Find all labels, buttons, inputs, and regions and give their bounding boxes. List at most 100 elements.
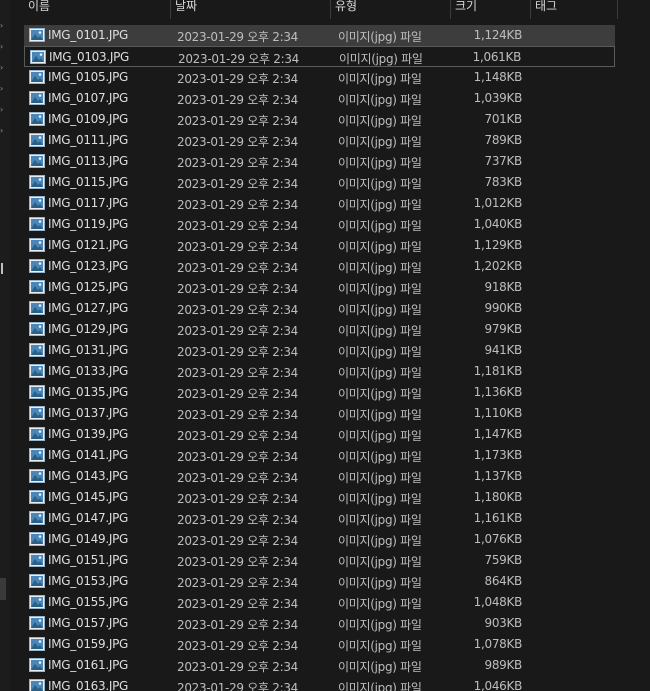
file-row[interactable]: IMG_0131.JPG 2023-01-29 오후 2:34 이미지(jpg) 파… <box>24 340 615 361</box>
file-size: 1,161KB <box>473 511 523 525</box>
file-name: IMG_0121.JPG <box>48 238 129 252</box>
column-divider[interactable] <box>617 0 618 19</box>
file-name: IMG_0155.JPG <box>48 595 129 609</box>
file-date: 2023-01-29 오후 2:34 <box>177 345 298 359</box>
file-size: 990KB <box>484 301 522 315</box>
file-size: 918KB <box>484 280 522 294</box>
file-row[interactable]: IMG_0113.JPG 2023-01-29 오후 2:34 이미지(jpg) 파… <box>24 151 615 172</box>
file-type: 이미지(jpg) 파일 <box>338 177 422 191</box>
file-size: 701KB <box>484 112 522 126</box>
file-row[interactable]: IMG_0117.JPG 2023-01-29 오후 2:34 이미지(jpg) 파… <box>24 193 615 214</box>
jpg-image-file-icon <box>29 322 45 336</box>
chevron-right-icon[interactable]: › <box>0 62 10 74</box>
column-header-tag[interactable]: 태그 <box>531 0 617 19</box>
file-size: 1,147KB <box>473 427 523 441</box>
file-type: 이미지(jpg) 파일 <box>338 450 422 464</box>
file-row[interactable]: IMG_0155.JPG 2023-01-29 오후 2:34 이미지(jpg) 파… <box>24 592 615 613</box>
file-name: IMG_0133.JPG <box>48 364 129 378</box>
chevron-right-icon[interactable]: › <box>0 83 10 95</box>
file-date: 2023-01-29 오후 2:34 <box>177 450 298 464</box>
file-name: IMG_0125.JPG <box>48 280 129 294</box>
file-name: IMG_0159.JPG <box>48 637 129 651</box>
file-date: 2023-01-29 오후 2:34 <box>177 555 298 569</box>
chevron-right-icon[interactable]: › <box>0 41 10 53</box>
file-row[interactable]: IMG_0139.JPG 2023-01-29 오후 2:34 이미지(jpg) 파… <box>24 424 615 445</box>
file-type: 이미지(jpg) 파일 <box>339 52 423 66</box>
file-row[interactable]: IMG_0129.JPG 2023-01-29 오후 2:34 이미지(jpg) 파… <box>24 319 615 340</box>
file-size: 1,046KB <box>473 679 523 691</box>
file-row[interactable]: IMG_0107.JPG 2023-01-29 오후 2:34 이미지(jpg) 파… <box>24 88 615 109</box>
file-size: 1,136KB <box>473 385 523 399</box>
jpg-image-file-icon <box>29 490 45 504</box>
file-row[interactable]: IMG_0111.JPG 2023-01-29 오후 2:34 이미지(jpg) 파… <box>24 130 615 151</box>
jpg-image-file-icon <box>29 658 45 672</box>
file-type: 이미지(jpg) 파일 <box>338 429 422 443</box>
file-row[interactable]: IMG_0147.JPG 2023-01-29 오후 2:34 이미지(jpg) 파… <box>24 508 615 529</box>
file-row[interactable]: IMG_0127.JPG 2023-01-29 오후 2:34 이미지(jpg) 파… <box>24 298 615 319</box>
column-header-size[interactable]: 크기 <box>451 0 530 19</box>
file-row[interactable]: IMG_0151.JPG 2023-01-29 오후 2:34 이미지(jpg) 파… <box>24 550 615 571</box>
file-size: 1,048KB <box>473 595 523 609</box>
file-date: 2023-01-29 오후 2:34 <box>177 576 298 590</box>
file-size: 941KB <box>484 343 522 357</box>
nav-scrollbar-thumb[interactable] <box>0 578 6 600</box>
file-row[interactable]: IMG_0133.JPG 2023-01-29 오후 2:34 이미지(jpg) 파… <box>24 361 615 382</box>
file-row[interactable]: IMG_0149.JPG 2023-01-29 오후 2:34 이미지(jpg) 파… <box>24 529 615 550</box>
file-type: 이미지(jpg) 파일 <box>338 681 422 691</box>
chevron-right-icon[interactable]: › <box>0 125 10 137</box>
jpg-image-file-icon <box>29 154 45 168</box>
file-row[interactable]: IMG_0123.JPG 2023-01-29 오후 2:34 이미지(jpg) 파… <box>24 256 615 277</box>
file-row[interactable]: IMG_0159.JPG 2023-01-29 오후 2:34 이미지(jpg) 파… <box>24 634 615 655</box>
file-row[interactable]: IMG_0109.JPG 2023-01-29 오후 2:34 이미지(jpg) 파… <box>24 109 615 130</box>
column-header-type[interactable]: 유형 <box>331 0 450 19</box>
chevron-right-icon[interactable]: › <box>0 20 10 32</box>
file-row[interactable]: IMG_0135.JPG 2023-01-29 오후 2:34 이미지(jpg) 파… <box>24 382 615 403</box>
jpg-image-file-icon <box>30 50 46 64</box>
jpg-image-file-icon <box>29 595 45 609</box>
file-row[interactable]: IMG_0115.JPG 2023-01-29 오후 2:34 이미지(jpg) 파… <box>24 172 615 193</box>
file-name: IMG_0117.JPG <box>48 196 129 210</box>
file-row[interactable]: IMG_0125.JPG 2023-01-29 오후 2:34 이미지(jpg) 파… <box>24 277 615 298</box>
file-row[interactable]: IMG_0119.JPG 2023-01-29 오후 2:34 이미지(jpg) 파… <box>24 214 615 235</box>
jpg-image-file-icon <box>29 259 45 273</box>
file-name: IMG_0161.JPG <box>48 658 129 672</box>
file-date: 2023-01-29 오후 2:34 <box>177 618 298 632</box>
file-size: 1,124KB <box>473 28 523 42</box>
file-row[interactable]: IMG_0141.JPG 2023-01-29 오후 2:34 이미지(jpg) 파… <box>24 445 615 466</box>
file-date: 2023-01-29 오후 2:34 <box>177 408 298 422</box>
file-row[interactable]: IMG_0121.JPG 2023-01-29 오후 2:34 이미지(jpg) 파… <box>24 235 615 256</box>
file-row[interactable]: IMG_0105.JPG 2023-01-29 오후 2:34 이미지(jpg) 파… <box>24 67 615 88</box>
jpg-image-file-icon <box>29 28 45 42</box>
file-size: 737KB <box>484 154 522 168</box>
file-type: 이미지(jpg) 파일 <box>338 534 422 548</box>
file-date: 2023-01-29 오후 2:34 <box>177 492 298 506</box>
file-row[interactable]: IMG_0161.JPG 2023-01-29 오후 2:34 이미지(jpg) 파… <box>24 655 615 676</box>
file-type: 이미지(jpg) 파일 <box>338 240 422 254</box>
file-row[interactable]: IMG_0103.JPG 2023-01-29 오후 2:34 이미지(jpg) 파… <box>24 46 615 67</box>
jpg-image-file-icon <box>29 427 45 441</box>
file-row[interactable]: IMG_0101.JPG 2023-01-29 오후 2:34 이미지(jpg) 파… <box>24 25 615 46</box>
file-size: 1,137KB <box>473 469 523 483</box>
file-name: IMG_0109.JPG <box>48 112 129 126</box>
jpg-image-file-icon <box>29 301 45 315</box>
file-size: 789KB <box>484 133 522 147</box>
column-header-date[interactable]: 날짜 <box>171 0 330 19</box>
file-row[interactable]: IMG_0137.JPG 2023-01-29 오후 2:34 이미지(jpg) 파… <box>24 403 615 424</box>
file-row[interactable]: IMG_0157.JPG 2023-01-29 오후 2:34 이미지(jpg) 파… <box>24 613 615 634</box>
file-row[interactable]: IMG_0163.JPG 2023-01-29 오후 2:34 이미지(jpg) 파… <box>24 676 615 691</box>
file-row[interactable]: IMG_0153.JPG 2023-01-29 오후 2:34 이미지(jpg) 파… <box>24 571 615 592</box>
file-row[interactable]: IMG_0143.JPG 2023-01-29 오후 2:34 이미지(jpg) 파… <box>24 466 615 487</box>
file-date: 2023-01-29 오후 2:34 <box>178 52 299 66</box>
file-type: 이미지(jpg) 파일 <box>338 30 422 44</box>
file-type: 이미지(jpg) 파일 <box>338 576 422 590</box>
file-type: 이미지(jpg) 파일 <box>338 219 422 233</box>
chevron-right-icon[interactable]: › <box>0 104 10 116</box>
file-type: 이미지(jpg) 파일 <box>338 114 422 128</box>
jpg-image-file-icon <box>29 280 45 294</box>
file-row[interactable]: IMG_0145.JPG 2023-01-29 오후 2:34 이미지(jpg) 파… <box>24 487 615 508</box>
file-name: IMG_0163.JPG <box>48 679 129 691</box>
column-header-name[interactable]: 이름 <box>24 0 170 19</box>
jpg-image-file-icon <box>29 217 45 231</box>
file-name: IMG_0123.JPG <box>48 259 129 273</box>
jpg-image-file-icon <box>29 133 45 147</box>
